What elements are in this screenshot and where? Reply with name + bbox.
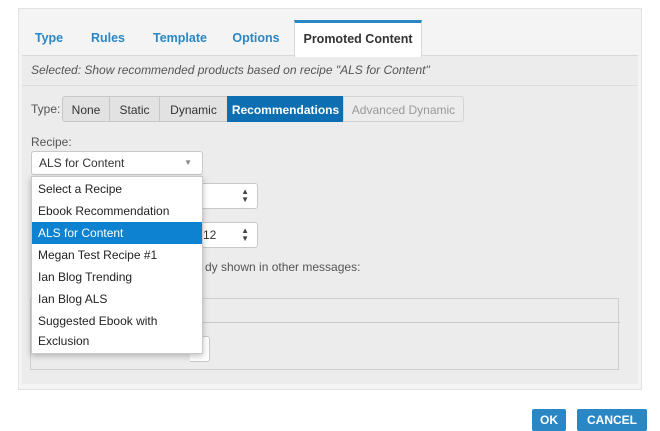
tab-rules[interactable]: Rules — [86, 20, 130, 56]
recipe-option[interactable]: Megan Test Recipe #1 — [32, 244, 202, 266]
recipe-dropdown-list: Select a Recipe Ebook Recommendation ALS… — [31, 176, 203, 354]
recipe-option-selected[interactable]: ALS for Content — [32, 222, 202, 244]
ok-button[interactable]: OK — [532, 409, 566, 431]
type-recommendations-button[interactable]: Recommendations — [227, 96, 344, 122]
stepper-arrows-icon[interactable]: ▲ ▼ — [241, 188, 249, 204]
tab-options[interactable]: Options — [228, 20, 284, 56]
tab-promoted-content[interactable]: Promoted Content — [294, 20, 422, 57]
cancel-button[interactable]: CANCEL — [577, 409, 647, 431]
group-divider — [200, 322, 620, 323]
recipe-option[interactable]: Ebook Recommendation — [32, 200, 202, 222]
recipe-select[interactable]: ALS for Content ▼ — [31, 151, 203, 175]
chevron-down-icon: ▼ — [184, 158, 192, 167]
type-none-button[interactable]: None — [62, 96, 110, 122]
stepper-2-value: 12 — [203, 228, 217, 242]
exclude-shown-label: dy shown in other messages: — [205, 260, 361, 274]
tab-template[interactable]: Template — [148, 20, 212, 56]
type-label: Type: — [31, 102, 61, 116]
recipe-option[interactable]: Suggested Ebook with — [32, 310, 202, 332]
divider — [22, 85, 638, 86]
type-static-button[interactable]: Static — [109, 96, 160, 122]
selection-summary: Selected: Show recommended products base… — [31, 63, 430, 77]
tab-type[interactable]: Type — [30, 20, 68, 56]
recipe-option[interactable]: Ian Blog Trending — [32, 266, 202, 288]
stepper-arrows-icon[interactable]: ▲ ▼ — [241, 227, 249, 243]
recipe-label: Recipe: — [31, 135, 72, 149]
recipe-option[interactable]: Exclusion — [32, 330, 202, 352]
recipe-option[interactable]: Ian Blog ALS — [32, 288, 202, 310]
recipe-select-value: ALS for Content — [39, 156, 125, 170]
type-dynamic-button[interactable]: Dynamic — [159, 96, 228, 122]
type-advanced-dynamic-button: Advanced Dynamic — [343, 96, 464, 122]
recipe-option[interactable]: Select a Recipe — [32, 178, 202, 200]
